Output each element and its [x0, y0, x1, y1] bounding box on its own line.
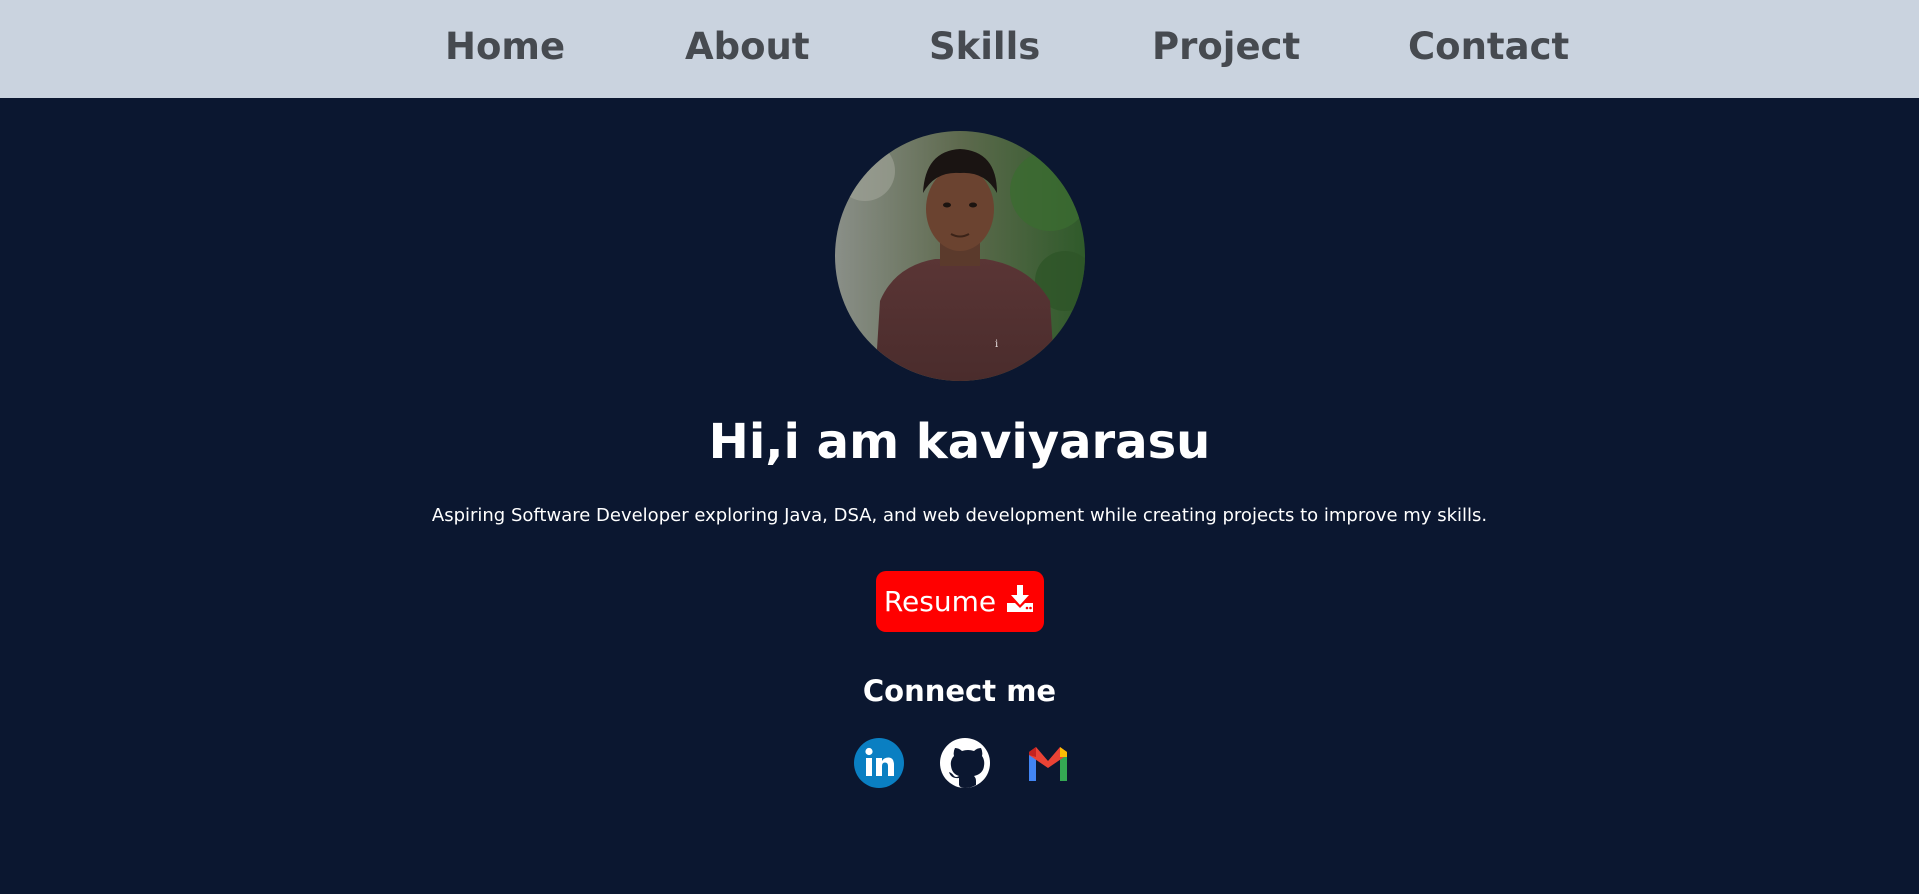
gmail-icon[interactable] — [1022, 737, 1074, 789]
resume-button-label: Resume — [883, 584, 997, 618]
nav-about-link[interactable]: About — [685, 23, 810, 70]
github-icon[interactable] — [939, 737, 991, 789]
nav-skills-link[interactable]: Skills — [929, 23, 1040, 70]
connect-heading: Connect me — [862, 674, 1057, 708]
svg-text:i: i — [995, 339, 998, 350]
hero-tagline: Aspiring Software Developer exploring Ja… — [431, 505, 1488, 526]
nav-home-link[interactable]: Home — [445, 23, 565, 70]
linkedin-icon[interactable] — [853, 737, 905, 789]
hero-heading: Hi,i am kaviyarasu — [708, 414, 1211, 470]
profile-photo: i — [835, 131, 1085, 381]
nav-project-link[interactable]: Project — [1152, 23, 1300, 70]
nav-contact-link[interactable]: Contact — [1408, 23, 1569, 70]
navbar: Home About Skills Project Contact — [0, 0, 1919, 98]
download-icon — [1004, 582, 1036, 621]
resume-download-button[interactable]: Resume — [876, 571, 1044, 632]
